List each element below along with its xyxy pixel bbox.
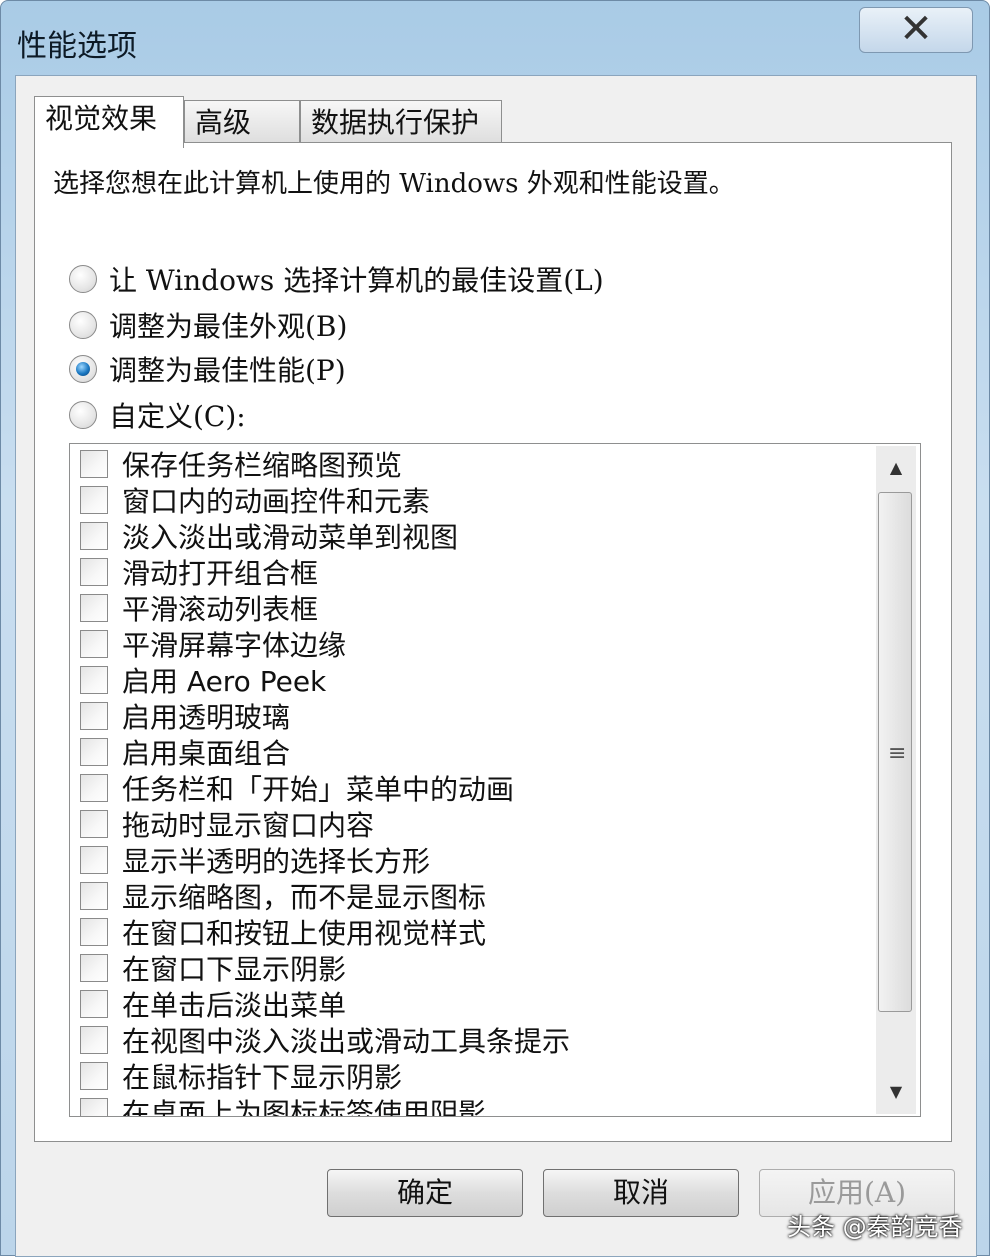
list-item[interactable]: 显示半透明的选择长方形 bbox=[80, 842, 430, 878]
radio-label: 调整为最佳外观(B) bbox=[109, 310, 348, 343]
checkbox[interactable] bbox=[80, 558, 108, 586]
list-item[interactable]: 平滑滚动列表框 bbox=[80, 590, 318, 626]
checkbox[interactable] bbox=[80, 810, 108, 838]
tab-advanced[interactable]: 高级 bbox=[184, 100, 300, 146]
radio-best-appearance[interactable]: 调整为最佳外观(B) bbox=[69, 305, 347, 345]
radio-label: 调整为最佳性能(P) bbox=[109, 354, 346, 387]
list-item[interactable]: 任务栏和「开始」菜单中的动画 bbox=[80, 770, 514, 806]
visual-effects-list[interactable]: 保存任务栏缩略图预览 窗口内的动画控件和元素 淡入淡出或滑动菜单到视图 滑动打开… bbox=[69, 443, 921, 1117]
checkbox-label: 在窗口和按钮上使用视觉样式 bbox=[122, 917, 487, 950]
checkbox-label: 窗口内的动画控件和元素 bbox=[122, 485, 431, 518]
radio-button[interactable] bbox=[69, 265, 97, 293]
radio-label: 自定义(C): bbox=[109, 400, 246, 433]
checkbox[interactable] bbox=[80, 774, 108, 802]
list-item[interactable]: 在鼠标指针下显示阴影 bbox=[80, 1058, 402, 1094]
window-title: 性能选项 bbox=[17, 29, 137, 64]
checkbox[interactable] bbox=[80, 594, 108, 622]
checkbox[interactable] bbox=[80, 666, 108, 694]
checkbox[interactable] bbox=[80, 918, 108, 946]
checkbox[interactable] bbox=[80, 1026, 108, 1054]
list-item[interactable]: 在单击后淡出菜单 bbox=[80, 986, 346, 1022]
tab-data-execution-prevention[interactable]: 数据执行保护 bbox=[300, 100, 502, 146]
performance-options-window: 性能选项 ✕ 视觉效果 高级 数据执行保护 选择您想在此计算机上使用的 Wind… bbox=[0, 0, 990, 1257]
checkbox-label: 启用桌面组合 bbox=[122, 737, 291, 770]
checkbox-label: 显示缩略图，而不是显示图标 bbox=[122, 881, 487, 914]
list-item[interactable]: 淡入淡出或滑动菜单到视图 bbox=[80, 518, 458, 554]
checkbox-label: 淡入淡出或滑动菜单到视图 bbox=[122, 521, 459, 554]
checkbox-label: 启用 Aero Peek bbox=[122, 665, 327, 698]
radio-button[interactable] bbox=[69, 311, 97, 339]
radio-label: 让 Windows 选择计算机的最佳设置(L) bbox=[109, 264, 604, 297]
list-item[interactable]: 启用桌面组合 bbox=[80, 734, 290, 770]
checkbox-label: 在窗口下显示阴影 bbox=[122, 953, 347, 986]
checkbox-label: 在单击后淡出菜单 bbox=[122, 989, 347, 1022]
checkbox[interactable] bbox=[80, 1098, 108, 1116]
list-item[interactable]: 滑动打开组合框 bbox=[80, 554, 318, 590]
list-item[interactable]: 在窗口下显示阴影 bbox=[80, 950, 346, 986]
checkbox-label: 在视图中淡入淡出或滑动工具条提示 bbox=[122, 1025, 571, 1058]
tab-visual-effects[interactable]: 视觉效果 bbox=[34, 96, 184, 148]
checkbox[interactable] bbox=[80, 846, 108, 874]
close-icon: ✕ bbox=[899, 6, 933, 52]
ok-button[interactable]: 确定 bbox=[327, 1169, 523, 1217]
checkbox-label: 滑动打开组合框 bbox=[122, 557, 319, 590]
vertical-scrollbar[interactable]: ▲ ≡ ▼ bbox=[876, 446, 916, 1114]
checkbox-label: 启用透明玻璃 bbox=[122, 701, 291, 734]
checkbox-label: 拖动时显示窗口内容 bbox=[122, 809, 375, 842]
description-text: 选择您想在此计算机上使用的 Windows 外观和性能设置。 bbox=[53, 169, 735, 199]
cancel-button[interactable]: 取消 bbox=[543, 1169, 739, 1217]
checkbox-label: 任务栏和「开始」菜单中的动画 bbox=[122, 773, 515, 806]
checkbox[interactable] bbox=[80, 450, 108, 478]
checkbox[interactable] bbox=[80, 1062, 108, 1090]
checkbox-label: 保存任务栏缩略图预览 bbox=[122, 449, 403, 482]
checkbox-label: 平滑屏幕字体边缘 bbox=[122, 629, 347, 662]
checkbox[interactable] bbox=[80, 522, 108, 550]
radio-let-windows-choose[interactable]: 让 Windows 选择计算机的最佳设置(L) bbox=[69, 259, 604, 299]
checkbox-label: 平滑滚动列表框 bbox=[122, 593, 319, 626]
checkbox-label: 显示半透明的选择长方形 bbox=[122, 845, 431, 878]
list-item[interactable]: 启用 Aero Peek bbox=[80, 662, 326, 698]
list-item[interactable]: 在窗口和按钮上使用视觉样式 bbox=[80, 914, 486, 950]
checkbox[interactable] bbox=[80, 738, 108, 766]
list-item[interactable]: 在视图中淡入淡出或滑动工具条提示 bbox=[80, 1022, 570, 1058]
scroll-down-arrow-icon[interactable]: ▼ bbox=[876, 1070, 916, 1114]
watermark-text: 头条 @秦韵竞香 bbox=[787, 1213, 963, 1241]
list-item[interactable]: 在桌面上为图标标签使用阴影 bbox=[80, 1094, 487, 1117]
list-item[interactable]: 启用透明玻璃 bbox=[80, 698, 290, 734]
radio-best-performance[interactable]: 调整为最佳性能(P) bbox=[69, 349, 346, 389]
checkbox[interactable] bbox=[80, 702, 108, 730]
list-item[interactable]: 保存任务栏缩略图预览 bbox=[80, 446, 402, 482]
checkbox[interactable] bbox=[80, 882, 108, 910]
close-button[interactable]: ✕ bbox=[859, 6, 973, 53]
checkbox[interactable] bbox=[80, 630, 108, 658]
checkbox-label: 在桌面上为图标标签使用阴影 bbox=[122, 1097, 487, 1117]
checkbox[interactable] bbox=[80, 954, 108, 982]
scroll-up-arrow-icon[interactable]: ▲ bbox=[876, 446, 916, 490]
radio-custom[interactable]: 自定义(C): bbox=[69, 395, 246, 435]
list-item[interactable]: 窗口内的动画控件和元素 bbox=[80, 482, 430, 518]
checkbox-label: 在鼠标指针下显示阴影 bbox=[122, 1061, 403, 1094]
checkbox[interactable] bbox=[80, 990, 108, 1018]
scrollbar-thumb[interactable]: ≡ bbox=[878, 492, 912, 1012]
list-item[interactable]: 显示缩略图，而不是显示图标 bbox=[80, 878, 486, 914]
radio-button[interactable] bbox=[69, 401, 97, 429]
list-item[interactable]: 拖动时显示窗口内容 bbox=[80, 806, 374, 842]
checkbox[interactable] bbox=[80, 486, 108, 514]
list-item[interactable]: 平滑屏幕字体边缘 bbox=[80, 626, 346, 662]
radio-button-selected[interactable] bbox=[69, 355, 97, 383]
grip-icon: ≡ bbox=[888, 741, 907, 766]
